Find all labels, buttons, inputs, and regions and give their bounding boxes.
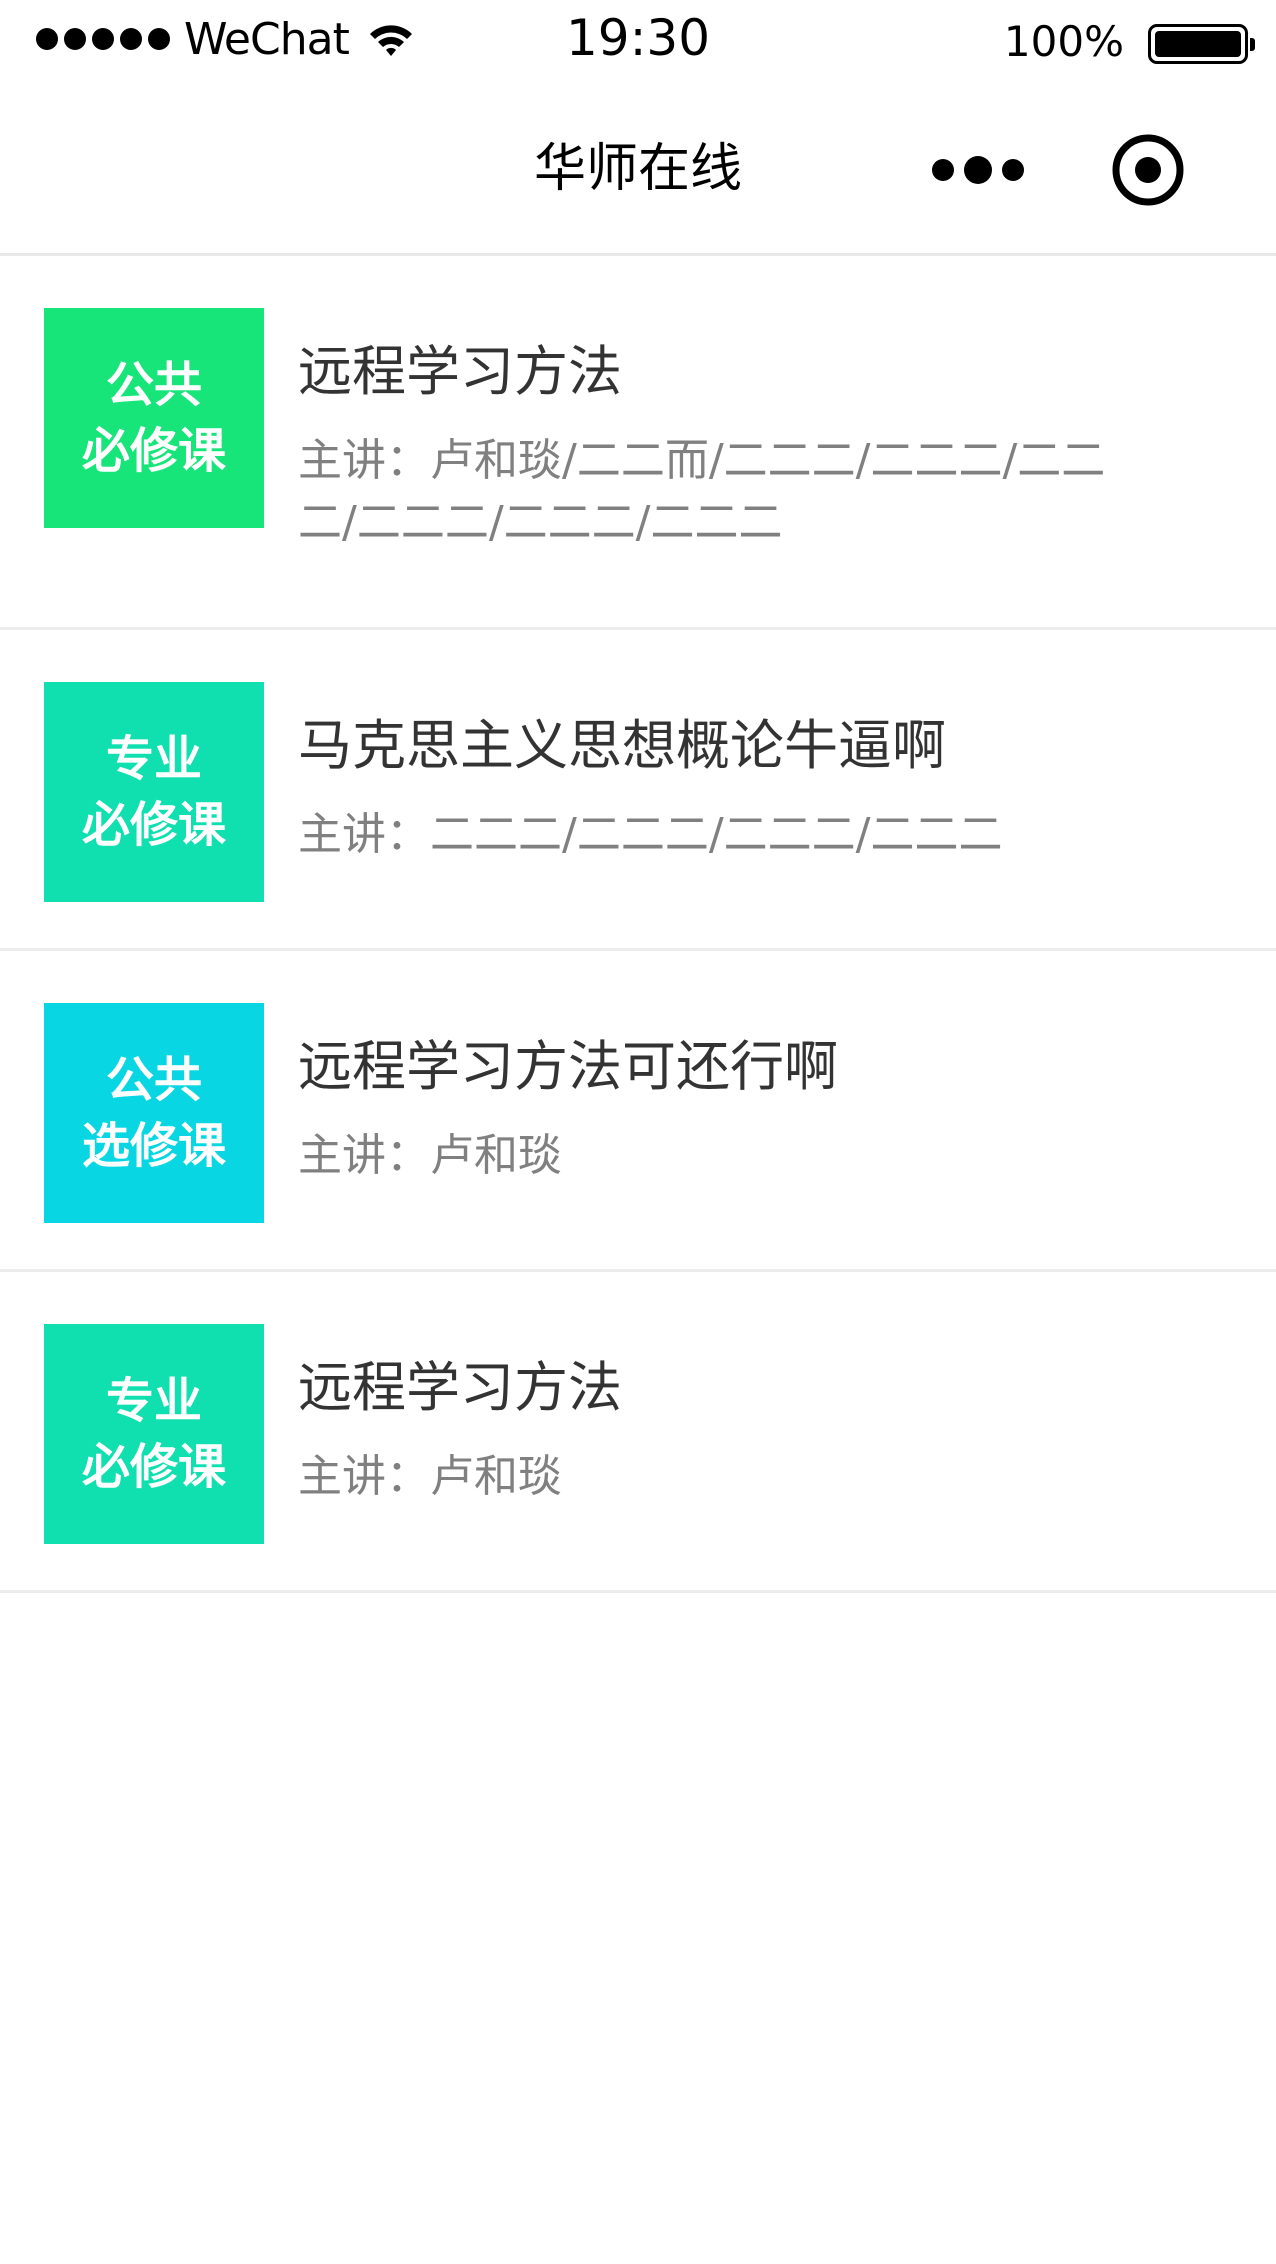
course-teachers: 主讲：二二二/二二二/二二二/二二二 (298, 809, 1003, 860)
more-options-button[interactable] (928, 144, 1028, 196)
more-dots-icon (932, 159, 954, 181)
page-title: 华师在线 (533, 139, 742, 199)
course-list: 公共 必修课 远程学习方法 主讲：卢和琰/二二而/二二二/二二二/二二二/二二二… (0, 256, 1276, 1593)
close-miniprogram-button[interactable] (1110, 132, 1186, 208)
course-teachers: 主讲：卢和琰/二二而/二二二/二二二/二二二/二二二/二二二/二二二 (298, 435, 1106, 548)
course-category-badge: 专业 必修课 (44, 1324, 264, 1544)
course-category-badge: 公共 选修课 (44, 1003, 264, 1223)
status-bar: WeChat 19:30 100% (0, 0, 1276, 80)
course-title: 远程学习方法 (298, 340, 622, 403)
course-title: 马克思主义思想概论牛逼啊 (298, 714, 946, 777)
course-category-badge: 专业 必修课 (44, 682, 264, 902)
course-item[interactable]: 公共 选修课 远程学习方法可还行啊 主讲：卢和琰 (0, 951, 1276, 1272)
battery-icon (1148, 24, 1255, 64)
course-category-badge: 公共 必修课 (44, 308, 264, 528)
course-item[interactable]: 公共 必修课 远程学习方法 主讲：卢和琰/二二而/二二二/二二二/二二二/二二二… (0, 256, 1276, 630)
course-item[interactable]: 专业 必修课 马克思主义思想概论牛逼啊 主讲：二二二/二二二/二二二/二二二 (0, 630, 1276, 951)
nav-bar: 华师在线 (0, 80, 1276, 256)
course-title: 远程学习方法 (298, 1356, 622, 1419)
course-item[interactable]: 专业 必修课 远程学习方法 主讲：卢和琰 (0, 1272, 1276, 1593)
course-title: 远程学习方法可还行啊 (298, 1035, 838, 1098)
battery-percentage: 100% (1003, 17, 1124, 66)
course-teachers: 主讲：卢和琰 (298, 1451, 562, 1502)
course-teachers: 主讲：卢和琰 (298, 1130, 562, 1181)
